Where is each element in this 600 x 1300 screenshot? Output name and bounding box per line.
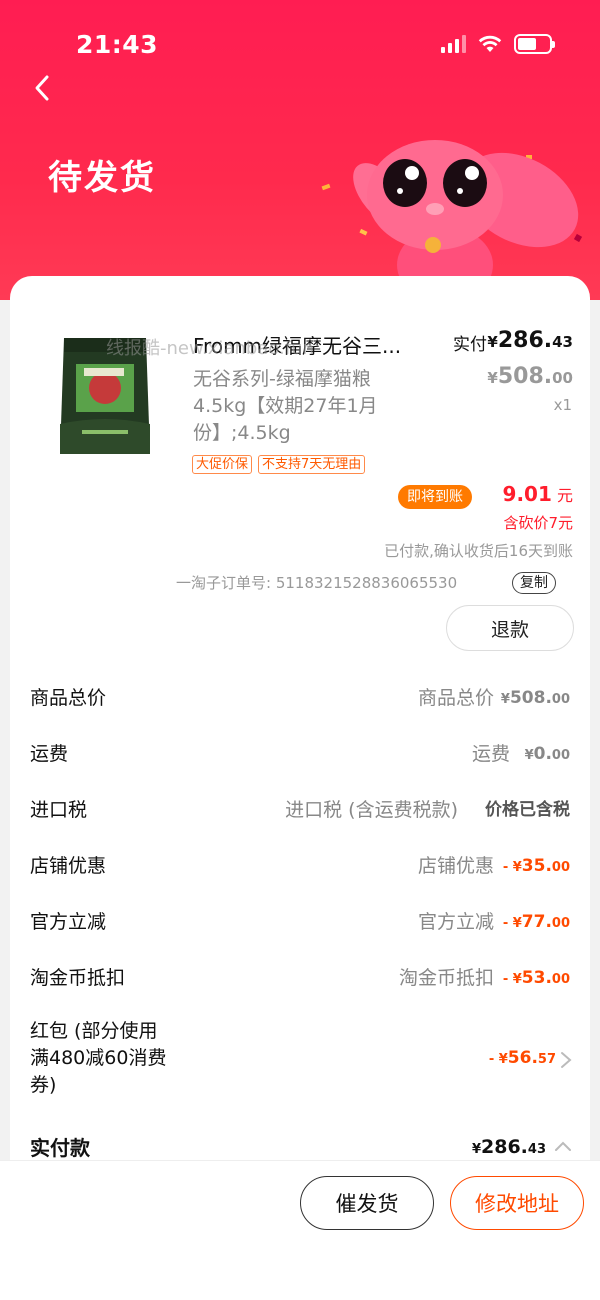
fee-label: 运费 <box>30 743 69 765</box>
order-header: 21:43 待发货 <box>0 0 600 300</box>
status-time: 21:43 <box>76 30 159 59</box>
paid-price: ¥286.43 <box>487 328 573 353</box>
fee-row-official-discount: 官方立减 官方立减 - ¥77.00 <box>10 902 590 942</box>
signal-icon <box>441 35 466 53</box>
fee-value: - ¥35.00 <box>502 856 570 876</box>
battery-icon <box>514 34 555 54</box>
product-spec: 无谷系列-绿福摩猫粮 4.5kg【效期27年1月份】;4.5kg <box>193 368 378 444</box>
status-icons <box>441 34 555 54</box>
mascot-illustration <box>321 140 583 295</box>
refund-button[interactable]: 退款 <box>446 605 574 651</box>
tag-no-return: 不支持7天无理由 <box>258 455 366 474</box>
fee-row-shop-discount: 店铺优惠 店铺优惠 - ¥35.00 <box>10 846 590 886</box>
paid-label: 实付 <box>453 335 487 355</box>
red-packet-value[interactable]: - ¥56.57 <box>489 1048 556 1068</box>
modify-address-button[interactable]: 修改地址 <box>450 1176 584 1230</box>
arriving-soon-badge: 即将到账 <box>398 485 472 509</box>
page-title: 待发货 <box>48 158 156 198</box>
fee-value: ¥508.00 <box>500 688 570 708</box>
fee-desc: 淘金币抵扣 <box>398 967 494 989</box>
fee-value: - ¥53.00 <box>502 968 570 988</box>
back-icon[interactable] <box>30 74 54 102</box>
product-tags: 大促价保 不支持7天无理由 <box>192 455 366 474</box>
chevron-right-icon[interactable] <box>560 1051 572 1069</box>
fee-label: 官方立减 <box>30 911 107 933</box>
bottom-action-bar: 催发货 修改地址 <box>0 1160 600 1300</box>
total-paid-label: 实付款 <box>30 1136 90 1160</box>
fee-value: 价格已含税 <box>485 800 570 820</box>
fee-desc: 进口税 (含运费税款) <box>285 799 458 821</box>
watermark-text: 线报酷-new.xianbao.fun <box>106 338 314 359</box>
urge-shipping-button[interactable]: 催发货 <box>300 1176 434 1230</box>
total-paid-value: ¥286.43 <box>471 1136 546 1158</box>
fee-desc: 商品总价 <box>417 687 494 709</box>
wifi-icon <box>478 35 502 52</box>
arriving-amount: 9.01 元 <box>502 482 573 506</box>
fee-label: 商品总价 <box>30 687 107 709</box>
fee-desc: 官方立减 <box>417 911 494 933</box>
fee-row-import-tax: 进口税 进口税 (含运费税款) 价格已含税 <box>10 790 590 830</box>
fee-label: 淘金币抵扣 <box>30 967 126 989</box>
order-number: 一淘子订单号: 5118321528836065530 <box>176 574 458 592</box>
fee-row-goods-total: 商品总价 商品总价 ¥508.00 <box>10 678 590 718</box>
fee-label: 进口税 <box>30 799 88 821</box>
fee-value: - ¥77.00 <box>502 912 570 932</box>
fee-desc: 店铺优惠 <box>417 855 494 877</box>
settlement-note: 已付款,确认收货后16天到账 <box>384 542 573 560</box>
chevron-up-icon[interactable] <box>554 1140 572 1152</box>
order-detail-card: Fromm绿福摩无谷三... 线报酷-new.xianbao.fun 无谷系列-… <box>10 276 590 1160</box>
fee-row-shipping: 运费 运费 ¥0.00 <box>10 734 590 774</box>
quantity: x1 <box>553 396 572 414</box>
fee-row-coin-deduction: 淘金币抵扣 淘金币抵扣 - ¥53.00 <box>10 958 590 998</box>
original-price: ¥508.00 <box>487 364 573 389</box>
copy-button[interactable]: 复制 <box>512 572 556 594</box>
tag-price-protect: 大促价保 <box>192 455 253 474</box>
fee-value: ¥0.00 <box>524 744 570 764</box>
red-packet-label: 红包 (部分使用满480减60消费券) <box>30 1020 167 1096</box>
fee-label: 店铺优惠 <box>30 855 107 877</box>
bargain-note: 含砍价7元 <box>503 514 573 532</box>
fee-desc: 运费 <box>471 743 510 765</box>
